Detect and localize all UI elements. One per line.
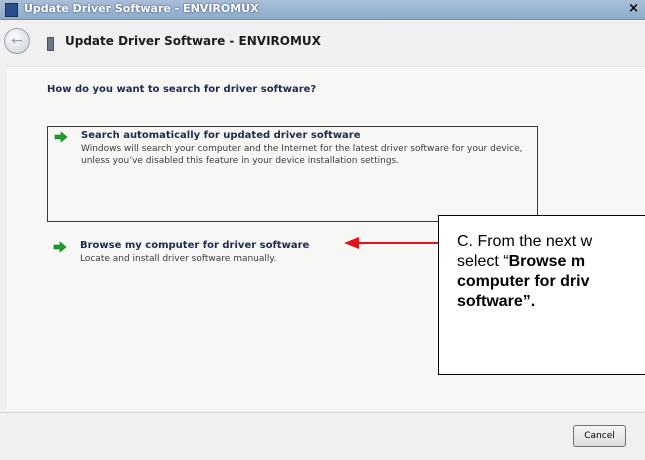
annotation-line-2-prefix: select “ — [457, 253, 509, 270]
device-icon — [47, 37, 54, 51]
annotation-text: C. From the next w select “Browse m comp… — [457, 232, 645, 312]
window-title: Update Driver Software - ENVIROMUX — [24, 2, 259, 15]
close-button[interactable]: × — [628, 1, 639, 16]
app-icon — [5, 3, 18, 17]
annotation-callout: C. From the next w select “Browse m comp… — [438, 215, 645, 375]
page-title: Update Driver Software - ENVIROMUX — [65, 34, 321, 48]
wizard-header: ← Update Driver Software - ENVIROMUX — [0, 20, 645, 66]
browse-computer-option[interactable]: Browse my computer for driver software L… — [47, 237, 357, 277]
wizard-footer: Cancel — [0, 412, 645, 460]
option-description: Windows will search your computer and th… — [81, 144, 523, 166]
cancel-button[interactable]: Cancel — [573, 425, 626, 447]
back-button[interactable]: ← — [4, 28, 30, 54]
annotation-line-3: computer for driv — [457, 273, 590, 290]
option-title: Browse my computer for driver software — [80, 240, 310, 251]
annotation-arrow-icon — [344, 237, 440, 249]
green-arrow-icon — [54, 131, 68, 143]
search-question: How do you want to search for driver sof… — [47, 84, 317, 95]
back-arrow-icon: ← — [11, 33, 23, 49]
option-title: Search automatically for updated driver … — [81, 130, 361, 141]
window-titlebar: Update Driver Software - ENVIROMUX × — [0, 0, 645, 20]
green-arrow-icon — [53, 241, 67, 253]
search-automatically-option[interactable]: Search automatically for updated driver … — [47, 126, 538, 222]
annotation-line-4: software”. — [457, 293, 536, 310]
annotation-line-2-bold: Browse m — [508, 253, 586, 270]
annotation-line-1: C. From the next w — [457, 233, 593, 250]
